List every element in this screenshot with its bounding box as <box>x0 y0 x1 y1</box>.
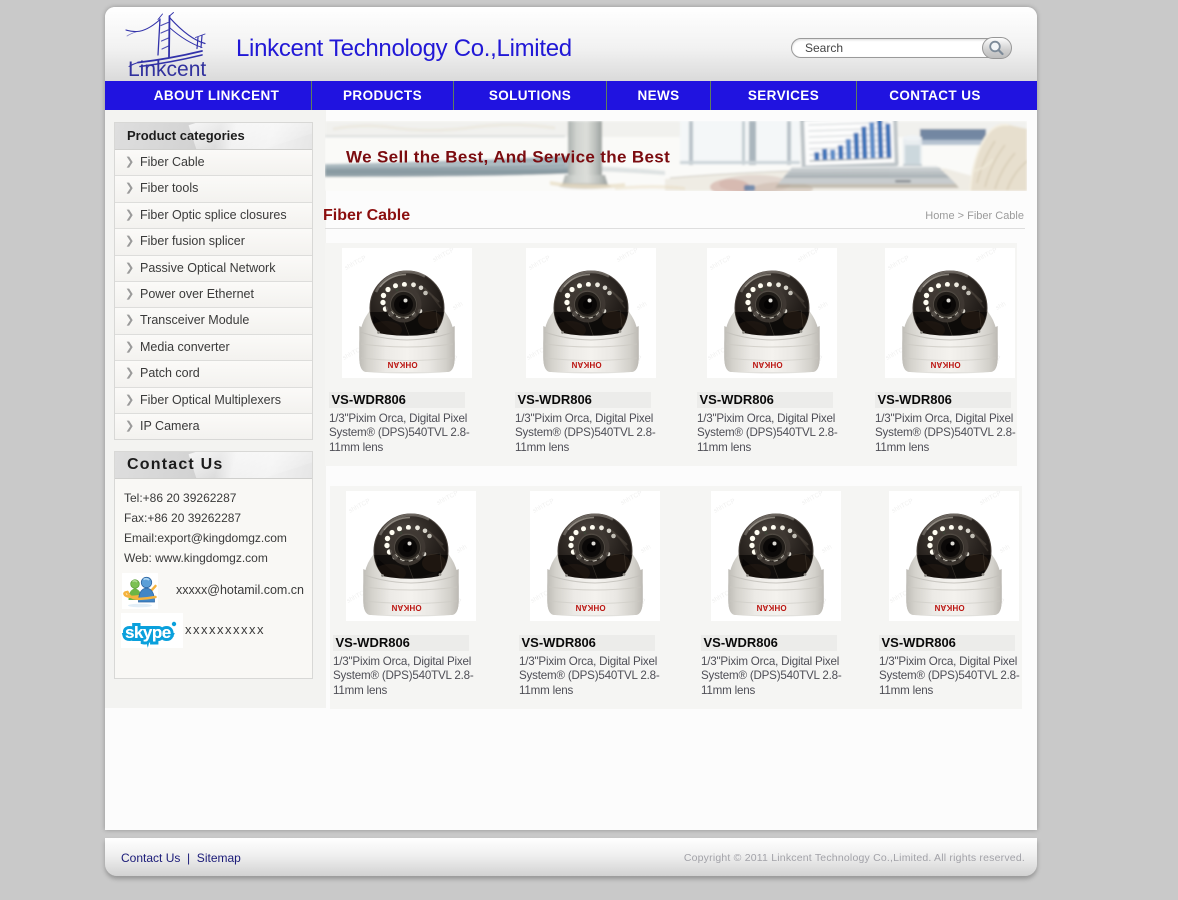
svg-text:skype: skype <box>125 623 171 642</box>
svg-text:We Sell the Best, And Service: We Sell the Best, And Service the Best <box>346 148 670 167</box>
svg-text:Linkcent: Linkcent <box>128 58 206 81</box>
